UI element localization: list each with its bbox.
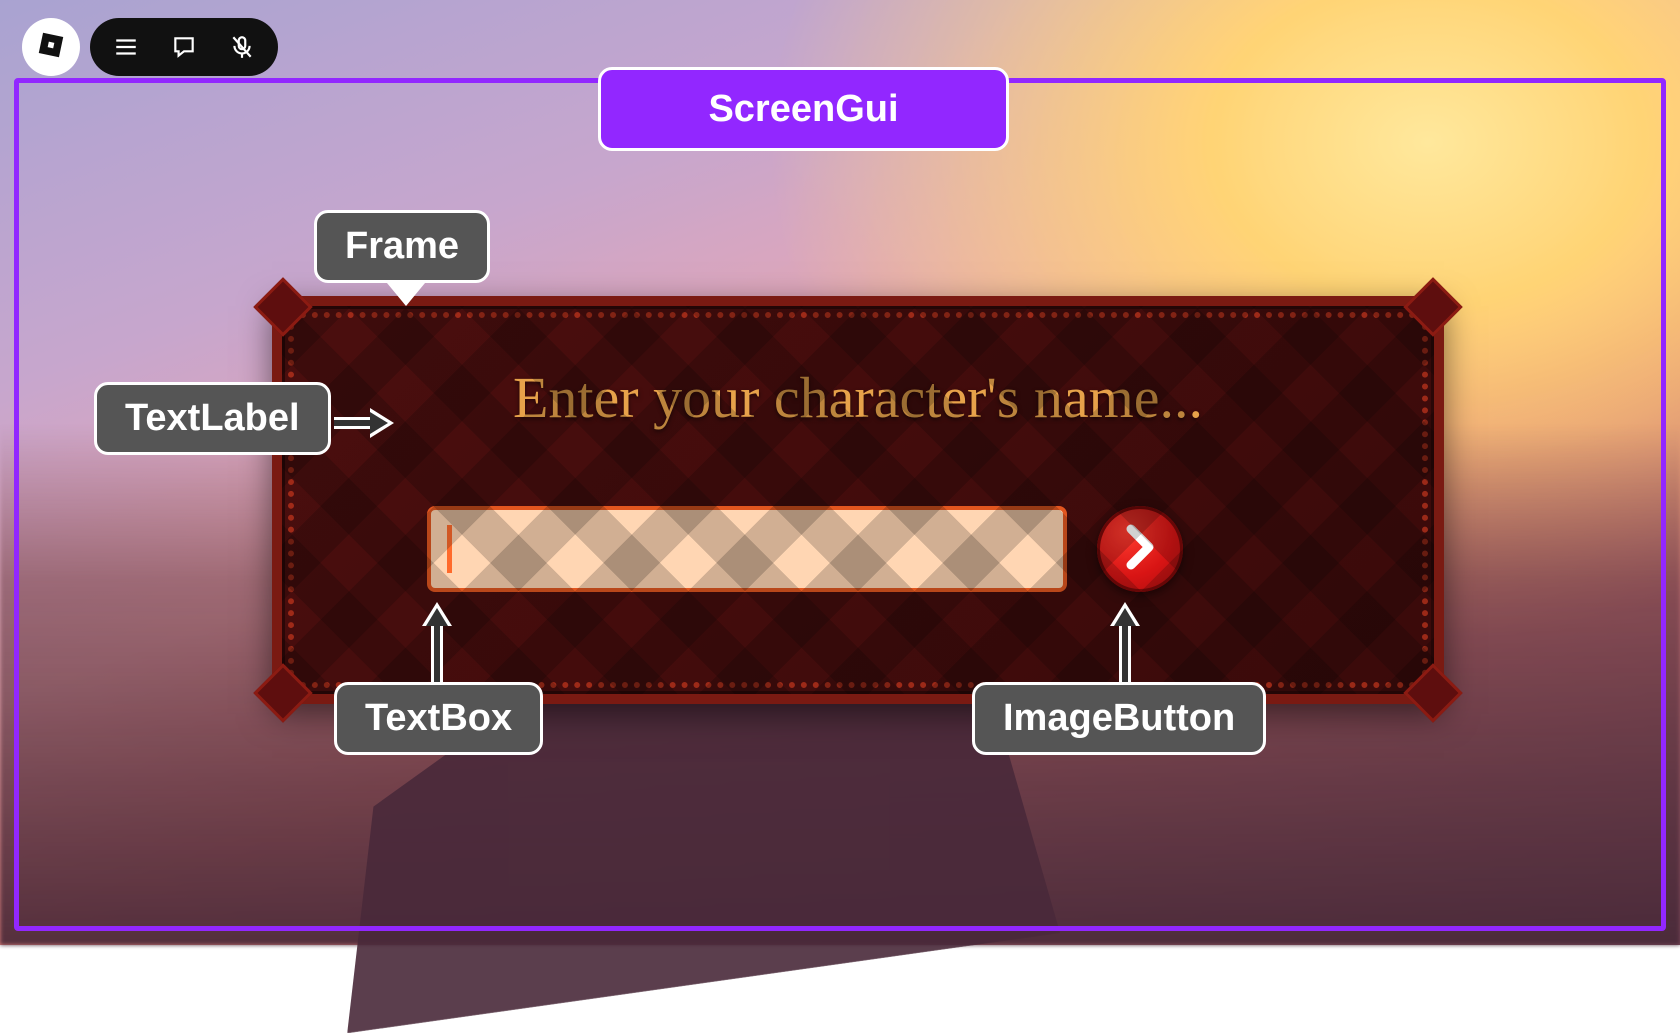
- game-hud: [22, 18, 278, 76]
- frame-callout-text: Frame: [345, 225, 459, 268]
- character-name-input[interactable]: [427, 506, 1067, 592]
- textlabel-callout: TextLabel: [94, 382, 331, 455]
- screengui-label: ScreenGui: [598, 67, 1009, 151]
- textbox-callout-text: TextBox: [365, 697, 512, 740]
- chevron-right-icon: [1122, 523, 1158, 576]
- imagebutton-callout: ImageButton: [972, 682, 1266, 755]
- textbox-callout: TextBox: [334, 682, 543, 755]
- roblox-logo-button[interactable]: [22, 18, 80, 76]
- textlabel-arrow-icon: [334, 414, 396, 432]
- text-caret-icon: [447, 525, 452, 573]
- hamburger-menu-icon[interactable]: [112, 33, 140, 61]
- dialog-title: Enter your character's name...: [282, 364, 1434, 431]
- hud-toolbar: [90, 18, 278, 76]
- microphone-muted-icon[interactable]: [228, 33, 256, 61]
- textbox-arrow-icon: [428, 602, 446, 682]
- frame-callout: Frame: [314, 210, 490, 283]
- chat-bubble-icon[interactable]: [170, 33, 198, 61]
- frame-callout-pointer-icon: [390, 286, 422, 306]
- imagebutton-arrow-icon: [1116, 602, 1134, 682]
- submit-button[interactable]: [1097, 506, 1183, 592]
- dialog-frame: Enter your character's name...: [272, 296, 1444, 704]
- screengui-label-text: ScreenGui: [708, 88, 898, 131]
- imagebutton-callout-text: ImageButton: [1003, 697, 1235, 740]
- roblox-logo-icon: [36, 30, 66, 65]
- textlabel-callout-text: TextLabel: [125, 397, 300, 440]
